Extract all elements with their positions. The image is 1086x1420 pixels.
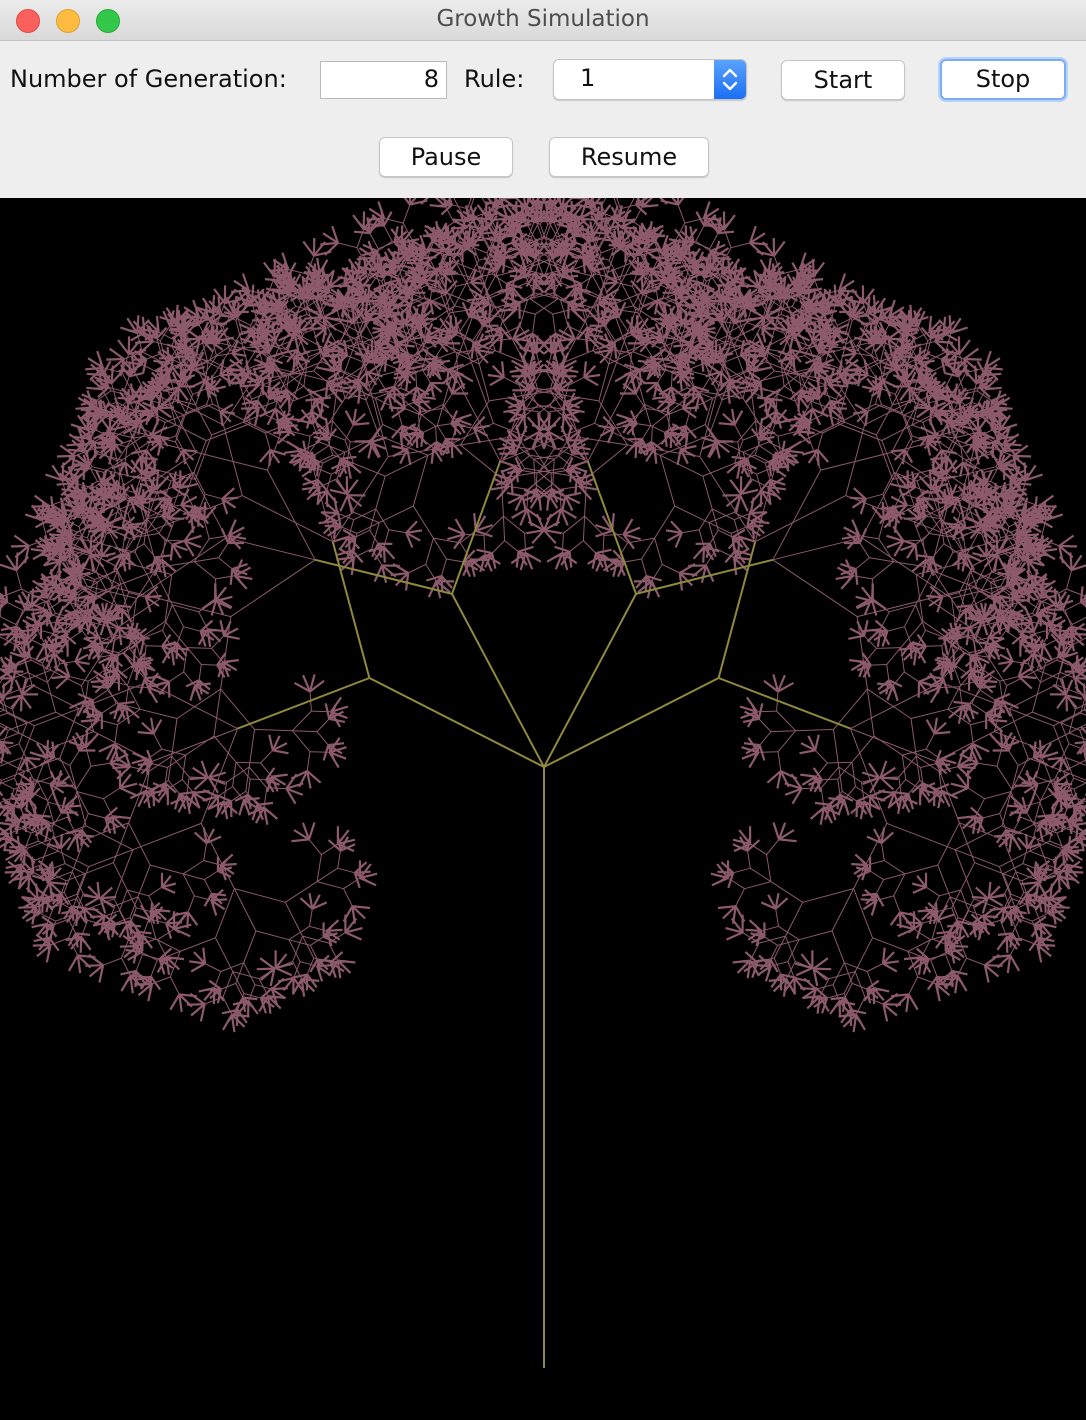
stop-button[interactable]: Stop <box>940 59 1066 100</box>
window-title: Growth Simulation <box>0 6 1086 32</box>
generation-label: Number of Generation: <box>10 65 287 93</box>
fractal-tree <box>0 198 1086 1416</box>
rule-label: Rule: <box>464 65 524 93</box>
pause-button[interactable]: Pause <box>379 137 513 177</box>
start-button[interactable]: Start <box>781 60 905 100</box>
app-window: Growth Simulation Number of Generation: … <box>0 0 1086 1416</box>
generation-input[interactable]: 8 <box>320 61 447 99</box>
title-bar: Growth Simulation <box>0 0 1086 41</box>
rule-select[interactable]: 1 <box>553 59 747 100</box>
chevron-up-down-icon <box>714 60 746 99</box>
resume-button[interactable]: Resume <box>549 137 709 177</box>
simulation-canvas <box>0 198 1086 1416</box>
rule-select-value: 1 <box>580 64 595 92</box>
control-panel: Number of Generation: 8 Rule: 1 Start St… <box>0 41 1086 198</box>
